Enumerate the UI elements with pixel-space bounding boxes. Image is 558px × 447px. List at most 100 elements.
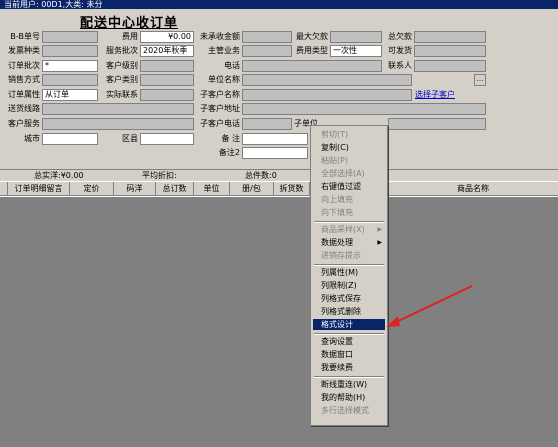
city-field[interactable] <box>42 133 98 145</box>
note-field[interactable] <box>242 133 308 145</box>
context-menu-item[interactable]: 格式设计 <box>313 319 385 330</box>
actual-contact-field[interactable] <box>140 89 194 101</box>
warehouse-field[interactable] <box>42 103 194 115</box>
context-menu: 剪切(T) 复制(C) 粘贴(P) 全部选择(A) 右键值过滤 向上填充 向下填充 商品采样(… <box>310 125 388 426</box>
context-menu-item[interactable]: 右键值过滤 <box>313 181 385 192</box>
customer-service-field[interactable] <box>42 118 194 130</box>
deliverable-label: 可发货 <box>388 46 412 55</box>
context-menu-item[interactable]: 查询设置 <box>313 336 385 347</box>
sub-unit-field[interactable] <box>388 118 486 130</box>
customer-level-field[interactable] <box>140 60 194 72</box>
column-header[interactable]: 总订数 <box>156 182 194 196</box>
browse-unit-button[interactable]: ... <box>474 74 486 86</box>
column-header[interactable]: 商品名称 <box>388 182 558 196</box>
invoice-type-field[interactable] <box>42 45 98 57</box>
bb-no-field[interactable] <box>42 31 98 43</box>
fee-field[interactable]: ¥0.00 <box>140 31 194 43</box>
district-field[interactable] <box>140 133 194 145</box>
contact-field[interactable] <box>414 60 486 72</box>
context-menu-item[interactable]: 复制(C) <box>313 142 385 153</box>
menu-separator <box>314 333 384 335</box>
total-count-text: 总件数:0 <box>245 171 277 180</box>
context-menu-item[interactable]: 列限制(Z) <box>313 280 385 291</box>
context-menu-item[interactable]: 断线重连(W) <box>313 379 385 390</box>
submenu-arrow-icon: ▶ <box>377 226 382 233</box>
phone-field[interactable] <box>242 60 382 72</box>
form-title: 配送中心收订单 <box>80 16 179 31</box>
context-menu-item: 粘贴(P) <box>321 156 349 165</box>
customer-type-field[interactable] <box>140 74 194 86</box>
select-sub-customer-link[interactable]: 选择子客户 <box>415 89 455 101</box>
unit-name-field[interactable] <box>242 74 412 86</box>
order-batch-field[interactable]: * <box>42 60 98 72</box>
city-label: 城市 <box>24 134 40 143</box>
note-label: 备 注 <box>221 134 240 143</box>
customer-level-label: 客户级别 <box>106 61 138 70</box>
fee-type-field[interactable]: 一次性 <box>330 45 382 57</box>
context-menu-item[interactable]: 列属性(M) <box>313 267 385 278</box>
service-batch-field[interactable]: 2020年秋季 <box>140 45 194 57</box>
actual-contact-label: 实际联系 <box>106 90 138 99</box>
main-business-field[interactable] <box>242 45 292 57</box>
context-menu-item[interactable]: 列格式删除 <box>313 306 385 317</box>
context-menu-item: 全部选择(A) <box>321 169 365 178</box>
fee-label: 费用 <box>122 32 138 41</box>
red-arrow-annotation <box>386 285 473 327</box>
context-menu-item: 进销存提示 <box>321 251 361 260</box>
order-attr-field[interactable]: 从订单 <box>42 89 98 101</box>
sub-customer-phone-label: 子客户电话 <box>200 119 240 128</box>
service-batch-label: 服务批次 <box>106 46 138 55</box>
summary-bar: 总实洋:¥0.00 平均折扣: 总件数:0 <box>0 169 558 181</box>
submenu-arrow-icon: ▶ <box>377 239 382 246</box>
main-business-label: 主管业务 <box>208 46 240 55</box>
column-header[interactable]: 单位 <box>194 182 230 196</box>
column-header[interactable]: 拆货数 <box>274 182 310 196</box>
unrecv-amount-field[interactable] <box>242 31 292 43</box>
column-header[interactable]: 订单明细留言 <box>8 182 70 196</box>
total-real-text: 总实洋:¥0.00 <box>34 171 84 180</box>
sub-customer-addr-label: 子客户地址 <box>200 104 240 113</box>
avg-discount-text: 平均折扣: <box>142 171 177 180</box>
context-menu-item: 向下填充 <box>321 208 353 217</box>
column-header[interactable]: 定价 <box>70 182 114 196</box>
sales-mode-field[interactable] <box>42 74 98 86</box>
order-batch-label: 订单批次 <box>8 61 40 70</box>
order-attr-label: 订单属性 <box>8 90 40 99</box>
total-owed-label: 总欠款 <box>388 32 412 41</box>
context-menu-item: 剪切(T) <box>321 130 349 139</box>
menu-separator <box>314 376 384 378</box>
sub-customer-addr-field[interactable] <box>242 103 486 115</box>
deliverable-field[interactable] <box>414 45 486 57</box>
customer-service-label: 客户服务 <box>8 119 40 128</box>
column-header[interactable]: 册/包 <box>230 182 274 196</box>
menu-separator <box>314 221 384 223</box>
context-menu-item[interactable]: 我的帮助(H) <box>313 392 385 403</box>
fee-type-label: 费用类型 <box>296 46 328 55</box>
unit-name-label: 单位名称 <box>208 75 240 84</box>
phone-label: 电话 <box>224 61 240 70</box>
max-owed-field[interactable] <box>330 31 382 43</box>
sub-customer-phone-field[interactable] <box>242 118 292 130</box>
grid-header: 订单明细留言 定价 码洋 总订数 单位 册/包 拆货数 商品名称 <box>0 182 558 196</box>
context-menu-item[interactable]: 列格式保存 <box>313 293 385 304</box>
max-owed-label: 最大欠款 <box>296 32 328 41</box>
context-menu-item[interactable]: 数据处理 ▶ <box>313 237 385 248</box>
context-menu-item[interactable]: 我要续费 <box>313 362 385 373</box>
bb-no-label: B-B单号 <box>10 32 40 41</box>
row-indicator-header <box>0 182 8 196</box>
context-menu-item[interactable]: 数据窗口 <box>313 349 385 360</box>
sales-mode-label: 销售方式 <box>8 75 40 84</box>
context-menu-item: 向上填充 <box>321 195 353 204</box>
menu-separator <box>314 264 384 266</box>
unrecv-amount-label: 未承收金额 <box>200 32 240 41</box>
sub-customer-name-field[interactable] <box>242 89 412 101</box>
sub-customer-name-label: 子客户名称 <box>200 90 240 99</box>
invoice-type-label: 发票种类 <box>8 46 40 55</box>
window-title-bar: 当前用户: 00D1,大类: 未分 <box>0 0 558 9</box>
context-menu-item: 多行选择模式 <box>321 406 369 415</box>
column-header[interactable]: 码洋 <box>114 182 156 196</box>
warehouse-label: 送货线路 <box>8 104 40 113</box>
total-owed-field[interactable] <box>414 31 486 43</box>
contact-label: 联系人 <box>388 61 412 70</box>
note2-field[interactable] <box>242 147 308 159</box>
